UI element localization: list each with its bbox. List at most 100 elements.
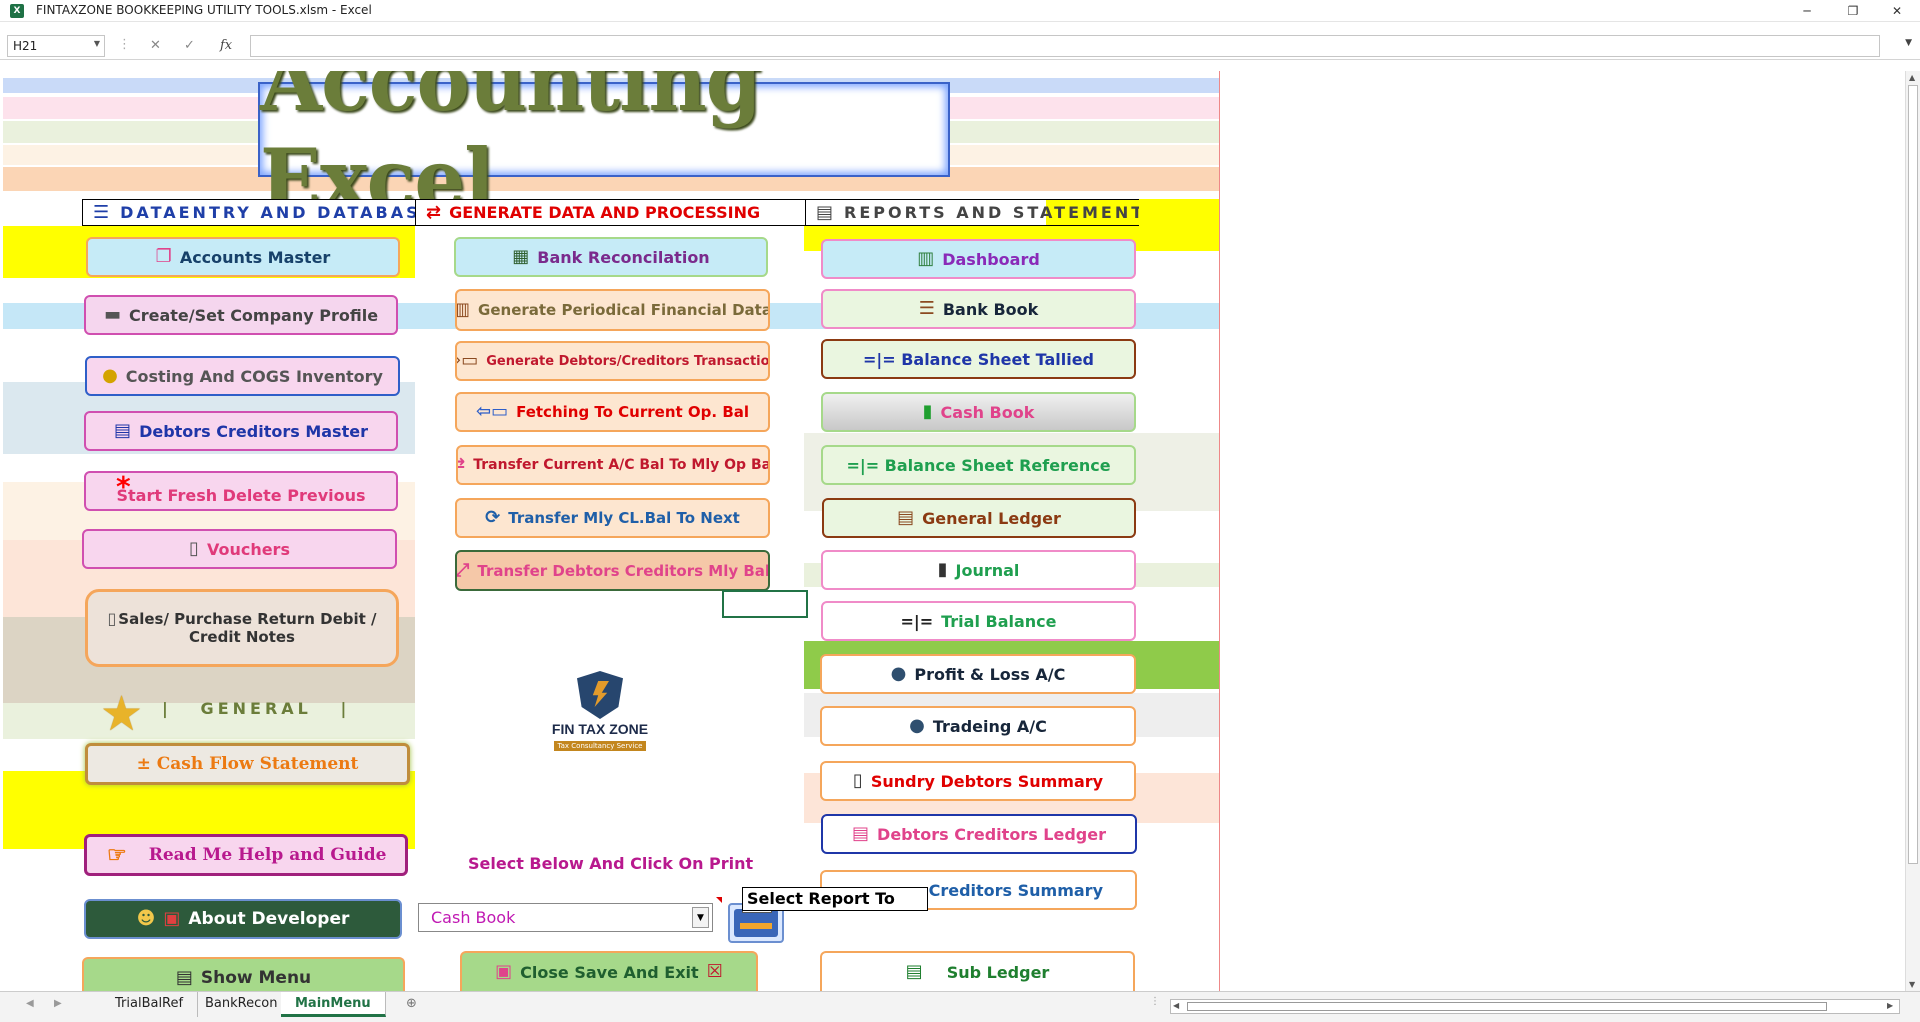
calendar-icon: ▥: [457, 301, 470, 319]
formula-input[interactable]: [250, 35, 1880, 57]
balance-sheet-reference-button[interactable]: =|= Balance Sheet Reference: [821, 445, 1136, 485]
transfer-debtors-button[interactable]: ⤢ Transfer Debtors Creditors Mly Bal: [455, 550, 770, 591]
section-data-entry: ☰ DATAENTRY AND DATABASE: [82, 199, 416, 226]
folder-back-icon: ⇦▭: [475, 401, 509, 422]
debtors-creditors-master-button[interactable]: ▤ Debtors Creditors Master: [84, 411, 398, 451]
debtors-creditors-ledger-label: Debtors Creditors Ledger: [877, 824, 1106, 844]
about-developer-button[interactable]: ☻ ▣ About Developer: [84, 899, 402, 939]
formula-bar: H21 ▼ ⋮ ✕ ✓ fx ▼: [0, 32, 1920, 60]
trading-label: Tradeing A/C: [932, 716, 1047, 736]
read-me-label: Read Me Help and Guide: [148, 845, 387, 865]
scroll-left-icon[interactable]: ◀: [1173, 1001, 1179, 1010]
excel-icon: X: [10, 4, 24, 18]
general-ledger-button[interactable]: ▤ General Ledger: [822, 498, 1136, 538]
scroll-thumb[interactable]: [1908, 85, 1918, 864]
balance-sheet-tallied-button[interactable]: =|= Balance Sheet Tallied: [821, 339, 1136, 379]
chevron-down-icon[interactable]: ▼: [94, 39, 100, 48]
journal-button[interactable]: ▮ Journal: [821, 550, 1136, 590]
company-profile-button[interactable]: ▬ Create/Set Company Profile: [84, 295, 398, 335]
cash-book-button[interactable]: ▮ Cash Book: [821, 392, 1136, 432]
cash-flow-button[interactable]: ± Cash Flow Statement: [85, 743, 410, 785]
bank-reconcilation-button[interactable]: ▦ Bank Reconcilation: [454, 237, 768, 277]
dashboard-button[interactable]: ▥ Dashboard: [821, 239, 1136, 279]
vouchers-button[interactable]: ▯ Vouchers: [82, 529, 397, 569]
sales-purchase-return-button[interactable]: ▯ Sales/ Purchase Return Debit / Credit N…: [85, 589, 399, 667]
debtors-creditors-master-label: Debtors Creditors Master: [139, 421, 368, 441]
save-icon: ▣: [495, 961, 513, 982]
read-me-button[interactable]: ☞ Read Me Help and Guide: [84, 834, 408, 876]
transfer-debtors-label: Transfer Debtors Creditors Mly Bal: [477, 561, 770, 580]
worksheet[interactable]: Accounting Excel ☰ DATAENTRY AND DATABASE…: [0, 71, 1905, 991]
section-generate: ⇄ GENERATE DATA AND PROCESSING: [415, 199, 806, 226]
tab-prev-icon[interactable]: ◀: [26, 998, 34, 1009]
developer-icon: ☻: [136, 908, 156, 929]
logo-name: FIN TAX ZONE: [551, 721, 649, 737]
selected-cell[interactable]: [722, 590, 808, 618]
accounts-master-button[interactable]: ❐ Accounts Master: [86, 237, 400, 277]
journal-label: Journal: [955, 560, 1020, 580]
report-select-value: Cash Book: [431, 908, 516, 927]
bank-book-button[interactable]: ☰ Bank Book: [821, 289, 1136, 329]
sub-ledger-label: Sub Ledger: [946, 962, 1050, 982]
horizontal-scrollbar[interactable]: ◀ ▶: [1170, 999, 1900, 1014]
transfer-current-label: Transfer Current A/C Bal To Mly Op Bal: [473, 457, 770, 473]
shield-icon: [577, 671, 623, 719]
debtors-creditors-transaction-button[interactable]: ⇨▭ Generate Debtors/Creditors Transaction: [455, 341, 770, 381]
enter-icon[interactable]: ✓: [184, 38, 195, 53]
close-save-exit-label: Close Save And Exit: [520, 962, 699, 982]
minimize-button[interactable]: ─: [1784, 0, 1830, 22]
fetching-button[interactable]: ⇦▭ Fetching To Current Op. Bal: [455, 392, 770, 432]
scroll-thumb[interactable]: [1187, 1002, 1827, 1011]
report-icon: ▤: [816, 201, 837, 223]
close-button[interactable]: ✕: [1874, 0, 1920, 22]
periodical-data-button[interactable]: ▥ Generate Periodical Financial Data: [455, 289, 770, 331]
refresh-icon: ⟳: [485, 507, 501, 528]
title-bar: X FINTAXZONE BOOKKEEPING UTILITY TOOLS.x…: [0, 0, 1920, 22]
section-general: | GENERAL |: [162, 699, 351, 718]
printer-icon: [734, 901, 778, 937]
section-reports: ▤ REPORTS AND STATEMENTS: [805, 199, 1139, 226]
close-save-exit-button[interactable]: ▣ Close Save And Exit ☒: [460, 951, 758, 991]
tab-mainmenu[interactable]: MainMenu: [281, 992, 386, 1017]
star-icon: ★: [100, 686, 144, 742]
tab-next-icon[interactable]: ▶: [54, 998, 62, 1009]
vertical-scrollbar[interactable]: ▲ ▼: [1905, 71, 1920, 991]
start-fresh-button[interactable]: * Start Fresh Delete Previous: [84, 471, 398, 511]
accounts-master-label: Accounts Master: [179, 247, 331, 267]
sundry-debtors-button[interactable]: ▯ Sundry Debtors Summary: [820, 761, 1136, 801]
chevron-down-icon[interactable]: ▼: [692, 907, 709, 928]
start-fresh-label: Start Fresh Delete Previous: [116, 486, 366, 505]
transfer-current-button[interactable]: ⇄ Transfer Current A/C Bal To Mly Op Bal: [456, 445, 770, 485]
costing-button[interactable]: ● Costing And COGS Inventory: [85, 356, 400, 396]
ledger-icon: ▤: [897, 507, 915, 528]
options-dots-icon[interactable]: ⋮: [118, 37, 131, 52]
report-select-combo[interactable]: Cash Book ▼: [418, 903, 713, 932]
bank-icon: ▦: [512, 246, 530, 267]
trading-button[interactable]: ● Tradeing A/C: [820, 706, 1136, 746]
tab-trialbalref[interactable]: TrialBalRef: [101, 992, 199, 1017]
restore-button[interactable]: ❐: [1830, 0, 1876, 22]
tab-bankrecon[interactable]: BankRecon: [191, 992, 293, 1017]
transfer-mly-button[interactable]: ⟳ Transfer Mly CL.Bal To Next: [455, 498, 770, 538]
select-instruction: Select Below And Click On Print: [468, 854, 754, 873]
printer-icon: ▬: [103, 304, 121, 325]
name-box[interactable]: H21 ▼: [7, 35, 105, 57]
arrow-diagonal-icon: ⤢: [455, 559, 470, 581]
show-menu-button[interactable]: ▤ Show Menu: [82, 957, 405, 991]
scroll-down-icon[interactable]: ▼: [1909, 980, 1915, 989]
add-sheet-icon[interactable]: ⊕: [406, 996, 417, 1011]
scroll-up-icon[interactable]: ▲: [1909, 73, 1915, 82]
trial-balance-button[interactable]: =|= Trial Balance: [821, 601, 1136, 641]
profit-loss-button[interactable]: ● Profit & Loss A/C: [820, 654, 1136, 694]
equals-icon: =|=: [900, 611, 934, 631]
expand-formula-icon[interactable]: ▼: [1905, 38, 1912, 48]
select-report-tooltip: Select Report To: [742, 887, 928, 911]
scroll-right-icon[interactable]: ▶: [1887, 1001, 1893, 1010]
insert-function-icon[interactable]: fx: [220, 38, 232, 53]
debtors-creditors-ledger-button[interactable]: ▤ Debtors Creditors Ledger: [821, 814, 1137, 854]
fetching-label: Fetching To Current Op. Bal: [516, 403, 750, 421]
menu-icon: ▤: [175, 967, 193, 988]
sales-purchase-row: ▯ Sales/ Purchase Return Debit /: [107, 610, 376, 628]
sub-ledger-button[interactable]: ▤ Sub Ledger: [820, 951, 1135, 991]
cancel-icon[interactable]: ✕: [150, 38, 161, 53]
